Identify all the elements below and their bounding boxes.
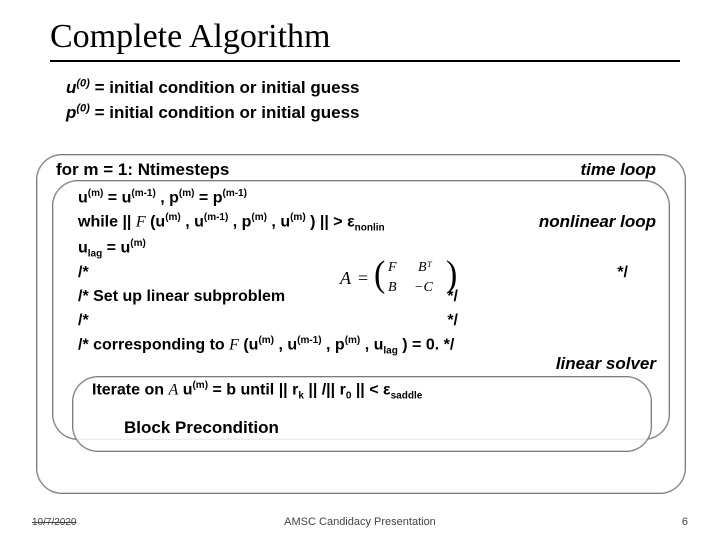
bracket-right-icon: ) [446, 254, 457, 296]
matrix-BT: Bᵀ [418, 260, 432, 276]
block-precondition: Block Precondition [124, 418, 279, 438]
iterate-line: Iterate on A u(m) = b until || rk || /||… [92, 380, 422, 402]
ic-p-sup: (0) [76, 102, 89, 114]
initial-conditions: u(0) = initial condition or initial gues… [66, 76, 680, 125]
matrix-A: A [340, 268, 351, 289]
matrix-equation: A = ( F Bᵀ B −C ) [340, 256, 460, 300]
ic-p: p(0) = initial condition or initial gues… [66, 101, 680, 126]
assign-line: u(m) = u(m-1) , p(m) = p(m-1) [78, 186, 658, 210]
footer-page-number: 6 [682, 516, 688, 528]
ic-p-rest: = initial condition or initial guess [90, 103, 360, 122]
slide-title: Complete Algorithm [50, 18, 680, 56]
comment-row-3: /**/ [78, 309, 658, 333]
matrix-mC: −C [414, 280, 433, 296]
ic-u-sup: (0) [76, 77, 89, 89]
matrix-F: F [388, 260, 397, 276]
matrix-eq: = [358, 268, 368, 289]
time-loop-label: time loop [580, 160, 656, 180]
footer-center: AMSC Candidacy Presentation [0, 516, 720, 528]
for-line: for m = 1: Ntimesteps [56, 160, 229, 180]
linear-solver-label: linear solver [556, 354, 656, 374]
bracket-left-icon: ( [374, 254, 385, 296]
title-rule [50, 60, 680, 62]
ic-u-rest: = initial condition or initial guess [90, 78, 360, 97]
ic-u-var: u [66, 78, 76, 97]
nonlinear-loop-label: nonlinear loop [539, 212, 656, 232]
ic-u: u(0) = initial condition or initial gues… [66, 76, 680, 101]
ic-p-var: p [66, 103, 76, 122]
matrix-B: B [388, 280, 397, 296]
